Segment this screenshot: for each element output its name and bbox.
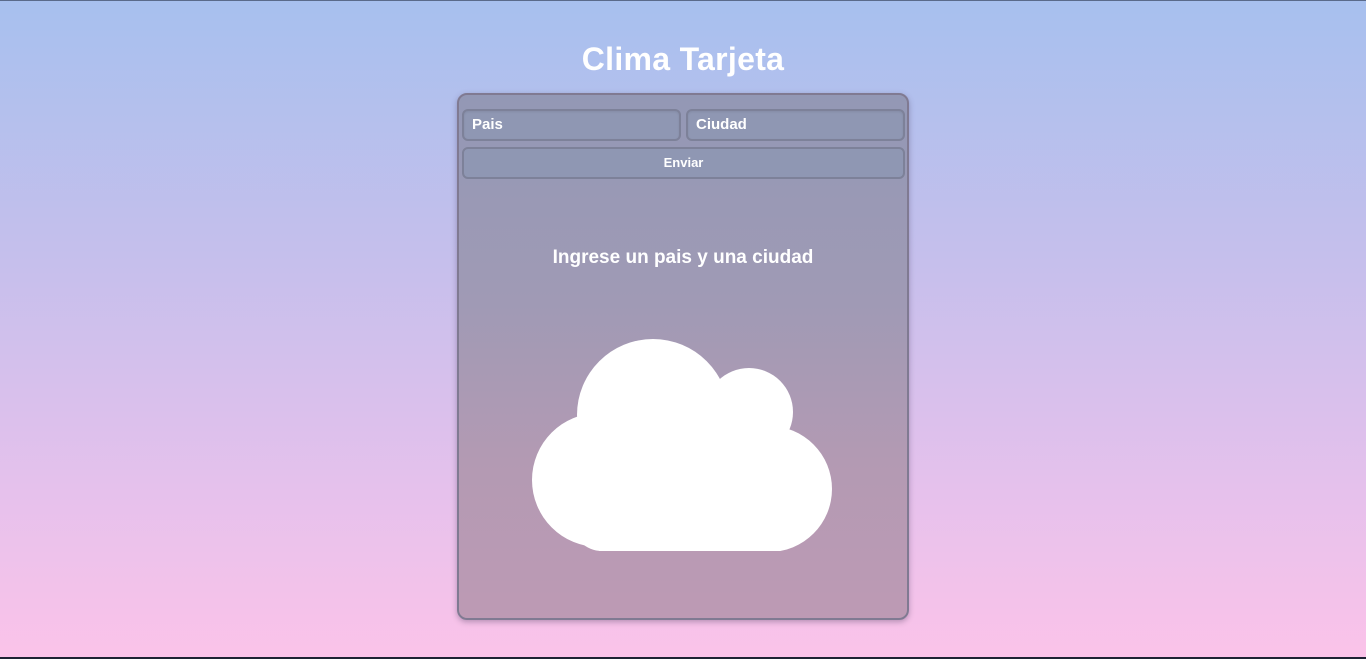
pais-input[interactable]: Pais (462, 109, 681, 141)
page-title: Clima Tarjeta (581, 41, 785, 77)
weather-card: Pais Ciudad Enviar Ingrese un pais y una… (457, 93, 909, 620)
status-message: Ingrese un pais y una ciudad (552, 247, 814, 268)
ciudad-input[interactable]: Ciudad (686, 109, 905, 141)
send-button[interactable]: Enviar (462, 147, 905, 179)
cloud-icon (532, 339, 832, 551)
